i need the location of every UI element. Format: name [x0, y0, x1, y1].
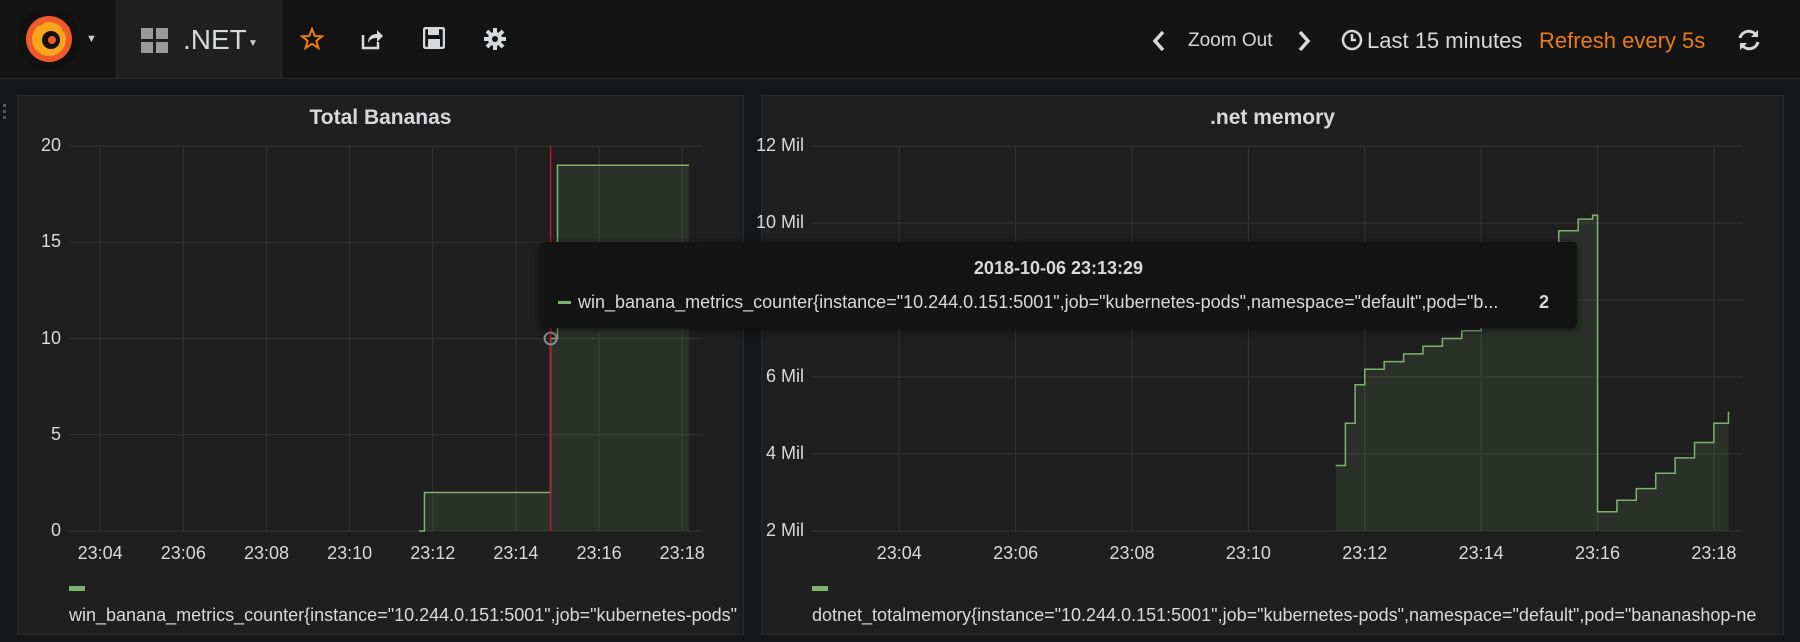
chevron-right-icon[interactable]: [1297, 30, 1311, 52]
y-tick-label: 2 Mil: [765, 520, 804, 540]
y-tick-label: 12 Mil: [755, 135, 804, 155]
refresh-icon[interactable]: [1737, 28, 1761, 52]
x-tick-label: 23:04: [876, 543, 922, 563]
panel-title[interactable]: Total Bananas: [18, 106, 743, 130]
gear-icon[interactable]: [483, 27, 507, 51]
x-tick-label: 23:18: [659, 543, 705, 563]
y-tick-label: 10: [40, 327, 61, 348]
y-tick-label: 10 Mil: [755, 212, 804, 232]
legend-series-label[interactable]: win_banana_metrics_counter{instance="10.…: [69, 605, 759, 626]
grafana-logo-icon: [18, 8, 80, 70]
x-tick-label: 23:10: [1225, 543, 1271, 563]
x-tick-label: 23:16: [1575, 543, 1621, 563]
row-drag-handle[interactable]: [3, 104, 9, 124]
y-tick-label: 0: [50, 520, 61, 540]
x-tick-label: 23:08: [243, 543, 289, 563]
x-tick-label: 23:14: [1458, 543, 1504, 563]
top-navbar: ▼ .NET ▼ Zoom Out Last 15 minutes Refres…: [0, 0, 1800, 79]
chevron-down-icon: ▼: [86, 33, 97, 45]
chevron-left-icon[interactable]: [1152, 30, 1166, 52]
y-tick-label: 6 Mil: [765, 366, 804, 386]
legend-series-label[interactable]: dotnet_totalmemory{instance="10.244.0.15…: [812, 605, 1797, 626]
x-tick-label: 23:06: [993, 543, 1039, 563]
time-range-picker[interactable]: Last 15 minutes: [1367, 28, 1522, 54]
share-icon[interactable]: [360, 27, 384, 51]
clock-icon: [1341, 29, 1363, 51]
tooltip-time: 2018-10-06 23:13:29: [973, 258, 1144, 278]
dashboard-grid-icon: [141, 28, 168, 53]
save-icon[interactable]: [423, 27, 445, 49]
legend-swatch: [812, 586, 828, 591]
star-icon[interactable]: [300, 27, 324, 51]
y-tick-label: 20: [40, 135, 61, 155]
x-tick-label: 23:12: [1342, 543, 1388, 563]
tooltip-series-name: win_banana_metrics_counter{instance="10.…: [578, 292, 1499, 312]
tooltip-series-swatch: [558, 301, 571, 304]
y-tick-label: 5: [50, 423, 61, 444]
dashboard-picker-button[interactable]: .NET ▼: [117, 0, 282, 78]
x-tick-label: 23:06: [160, 543, 206, 563]
dashboard-title: .NET: [183, 24, 247, 55]
x-tick-label: 23:16: [576, 543, 622, 563]
refresh-interval-label[interactable]: Refresh every 5s: [1539, 28, 1705, 54]
panel-title[interactable]: .net memory: [762, 106, 1783, 130]
x-tick-label: 23:10: [327, 543, 373, 563]
x-tick-label: 23:04: [77, 543, 123, 563]
grafana-menu-button[interactable]: ▼: [0, 0, 117, 78]
y-tick-label: 4 Mil: [765, 443, 804, 463]
x-tick-label: 23:12: [410, 543, 456, 563]
x-tick-label: 23:08: [1109, 543, 1155, 563]
x-tick-label: 23:18: [1691, 543, 1737, 563]
legend-swatch: [69, 586, 85, 591]
zoom-out-button[interactable]: Zoom Out: [1188, 30, 1272, 52]
chevron-down-icon: ▼: [248, 38, 258, 49]
y-tick-label: 15: [40, 231, 61, 252]
tooltip-value: 2: [1538, 292, 1549, 312]
graph-tooltip: 2018-10-06 23:13:29 win_banana_metrics_c…: [540, 242, 1577, 328]
x-tick-label: 23:14: [493, 543, 539, 563]
